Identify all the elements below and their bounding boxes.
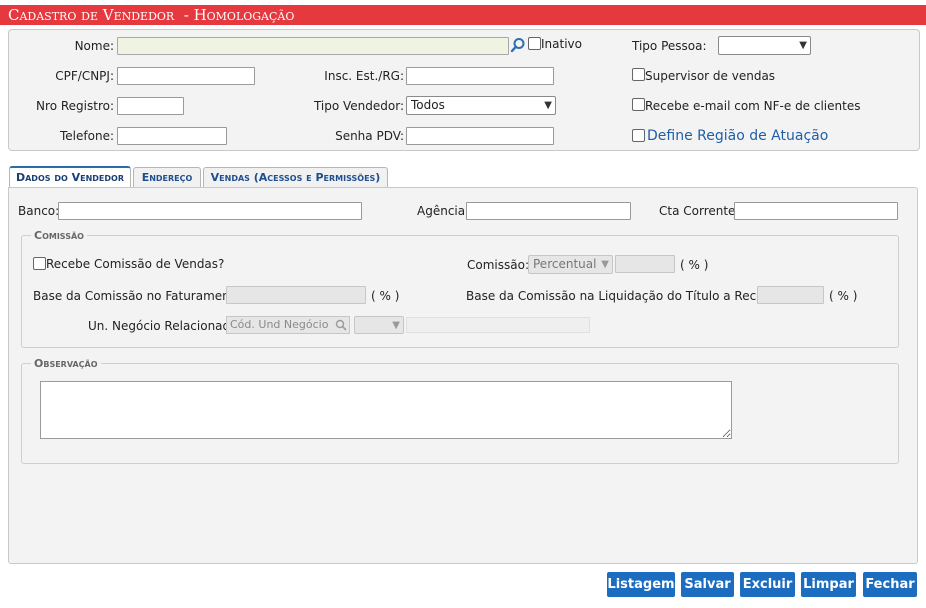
cpf-label: CPF/CNPJ: (55, 69, 114, 83)
comissao-type-value: Percentual (533, 257, 597, 271)
un-negocio-select[interactable]: ▼ (354, 316, 404, 334)
search-icon[interactable] (510, 37, 526, 53)
listagem-button[interactable]: Listagem (607, 572, 675, 597)
comissao-pct-label: ( % ) (680, 258, 709, 272)
registro-label: Nro Registro: (36, 99, 114, 113)
comissao-legend: Comissão (31, 229, 87, 242)
tab-endereco[interactable]: Endereço (133, 167, 201, 188)
inativo-label: Inativo (541, 37, 582, 51)
registro-input[interactable] (117, 97, 184, 115)
nome-label: Nome: (74, 39, 114, 53)
cpf-input[interactable] (117, 67, 255, 85)
nfe-label: Recebe e-mail com NF-e de clientes (645, 99, 861, 113)
regiao-checkbox[interactable] (632, 129, 645, 142)
base-faturamento-input[interactable] (226, 286, 366, 304)
supervisor-checkbox[interactable] (632, 68, 645, 81)
comissao-value-input[interactable] (615, 255, 675, 273)
base-liquidacao-pct-label: ( % ) (829, 289, 858, 303)
fechar-button[interactable]: Fechar (863, 572, 917, 597)
tipo-pessoa-select[interactable]: ▼ (718, 36, 811, 55)
tipo-vendedor-value: Todos (411, 98, 445, 112)
un-negocio-field[interactable]: Cód. Und Negócio (226, 316, 350, 334)
regiao-link[interactable]: Define Região de Atuação (647, 128, 828, 144)
telefone-label: Telefone: (60, 129, 114, 143)
senha-input[interactable] (406, 127, 554, 145)
un-negocio-placeholder: Cód. Und Negócio (230, 318, 329, 331)
banco-label: Banco: (18, 204, 60, 218)
tipo-vendedor-select[interactable]: Todos ▼ (406, 96, 556, 115)
limpar-button[interactable]: Limpar (801, 572, 856, 597)
salvar-button[interactable]: Salvar (681, 572, 734, 597)
recebe-comissao-checkbox[interactable] (33, 257, 46, 270)
tab-vendas[interactable]: Vendas (Acessos e Permissões) (203, 167, 388, 188)
un-negocio-label: Un. Negócio Relacionada: (88, 319, 242, 333)
observacao-legend: Observação (31, 357, 101, 370)
base-faturamento-label: Base da Comissão no Faturamento: (33, 289, 246, 303)
nome-input[interactable] (117, 37, 509, 55)
observacao-textarea[interactable] (40, 381, 732, 439)
telefone-input[interactable] (117, 127, 227, 145)
excluir-button[interactable]: Excluir (740, 572, 795, 597)
base-liquidacao-label: Base da Comissão na Liquidação do Título… (466, 289, 788, 303)
senha-label: Senha PDV: (335, 129, 404, 143)
cta-corrente-input[interactable] (734, 202, 898, 220)
chevron-down-icon: ▼ (392, 320, 400, 331)
chevron-down-icon: ▼ (799, 40, 807, 51)
nfe-checkbox[interactable] (632, 98, 645, 111)
recebe-comissao-label: Recebe Comissão de Vendas? (46, 257, 225, 271)
chevron-down-icon: ▼ (544, 100, 552, 111)
comissao-type-select[interactable]: Percentual ▼ (528, 255, 613, 274)
agencia-label: Agência: (417, 204, 470, 218)
page-title: Cadastro de Vendedor - Homologação (0, 5, 926, 25)
base-faturamento-pct-label: ( % ) (371, 289, 400, 303)
inativo-checkbox[interactable] (528, 37, 541, 50)
agencia-input[interactable] (466, 202, 631, 220)
insc-input[interactable] (406, 67, 554, 85)
base-liquidacao-input[interactable] (757, 286, 824, 304)
cta-corrente-label: Cta Corrente: (659, 204, 740, 218)
banco-input[interactable] (58, 202, 362, 220)
tipo-pessoa-label: Tipo Pessoa: (632, 39, 707, 53)
tipo-vendedor-label: Tipo Vendedor: (313, 99, 404, 113)
un-negocio-description (406, 317, 590, 333)
supervisor-label: Supervisor de vendas (645, 69, 776, 83)
search-icon[interactable] (335, 319, 347, 331)
tab-dados-vendedor[interactable]: Dados do Vendedor (9, 166, 131, 188)
chevron-down-icon: ▼ (601, 259, 609, 270)
insc-label: Insc. Est./RG: (324, 69, 404, 83)
comissao-label: Comissão: (467, 258, 529, 272)
